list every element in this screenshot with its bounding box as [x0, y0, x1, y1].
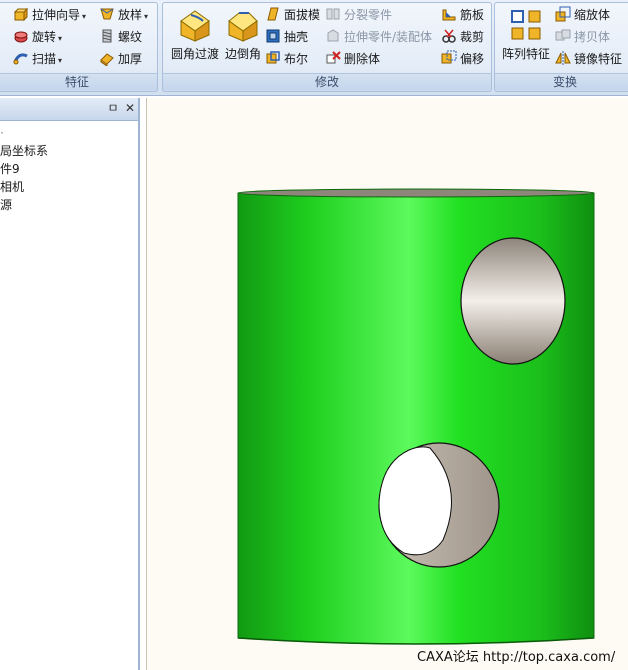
rib-icon — [441, 6, 457, 22]
loft-button[interactable]: 放样 ▾ — [99, 5, 148, 25]
chamfer-button[interactable]: 边倒角 — [221, 7, 265, 62]
delete-body-button[interactable]: 删除体 — [325, 49, 380, 69]
face-draft-button[interactable]: 面拔模 — [265, 5, 320, 25]
extrude-part-assembly-label: 拉伸零件/装配体 — [344, 30, 433, 44]
offset-button[interactable]: 偏移 — [441, 49, 484, 69]
fillet-label: 圆角过渡 — [170, 47, 219, 61]
extrude-icon — [13, 6, 29, 22]
thread-label: 螺纹 — [118, 30, 143, 44]
face-draft-label: 面拔模 — [284, 8, 321, 22]
trim-icon — [441, 28, 457, 44]
design-tree-panel: ㅁ ✕ · 局坐标系 件9 相机 源 — [0, 98, 140, 670]
3d-viewport[interactable]: CAXA论坛 http://top.caxa.com/ — [146, 98, 628, 670]
group-transform: 阵列特征 缩放体 拷贝体 镜像特征 变换 — [494, 2, 628, 92]
group-modify-label: 修改 — [163, 73, 491, 90]
pattern-feature-button[interactable]: 阵列特征 — [499, 7, 553, 62]
group-features: 拉伸向导 ▾ 旋转 ▾ 扫描 ▾ 放样 ▾ 螺纹 加厚 特征 — [0, 2, 158, 92]
shell-label: 抽壳 — [284, 30, 309, 44]
scale-body-button[interactable]: 缩放体 — [555, 5, 610, 25]
pin-icon[interactable]: ㅁ — [106, 101, 120, 115]
scene-canvas[interactable] — [147, 98, 628, 670]
panel-header: ㅁ ✕ — [0, 98, 138, 121]
revolve-label: 旋转 — [32, 30, 57, 44]
sweep-button[interactable]: 扫描 ▾ — [13, 49, 62, 69]
upper-hole[interactable] — [460, 237, 566, 365]
delete-body-label: 删除体 — [344, 52, 381, 66]
extrude-part-icon — [325, 28, 341, 44]
tree-item-global-coords[interactable]: 局坐标系 — [0, 142, 138, 160]
chamfer-icon — [225, 7, 261, 43]
mirror-feature-button[interactable]: 镜像特征 — [555, 49, 622, 69]
extrude-wizard-label: 拉伸向导 — [32, 8, 81, 22]
copy-icon — [555, 28, 571, 44]
fillet-button[interactable]: 圆角过渡 — [167, 7, 223, 62]
loft-label: 放样 — [118, 8, 143, 22]
pattern-feature-label: 阵列特征 — [501, 47, 550, 61]
offset-label: 偏移 — [460, 52, 485, 66]
thicken-button[interactable]: 加厚 — [99, 49, 142, 69]
copy-body-label: 拷贝体 — [574, 30, 611, 44]
delete-body-icon — [325, 50, 341, 66]
tree-item[interactable]: · — [0, 124, 138, 142]
trim-button[interactable]: 裁剪 — [441, 27, 484, 47]
sweep-label: 扫描 — [32, 52, 57, 66]
rib-button[interactable]: 筋板 — [441, 5, 484, 25]
tree-item-light[interactable]: 源 — [0, 196, 138, 214]
thread-button[interactable]: 螺纹 — [99, 27, 142, 47]
scale-icon — [555, 6, 571, 22]
copy-body-button[interactable]: 拷贝体 — [555, 27, 610, 47]
thicken-icon — [99, 50, 115, 66]
rib-label: 筋板 — [460, 8, 485, 22]
group-modify: 圆角过渡 边倒角 面拔模 抽壳 布尔 分裂零件 拉伸零件/装配体 删除体 筋板 … — [162, 2, 492, 92]
chevron-down-icon: ▾ — [82, 12, 87, 21]
revolve-icon — [13, 28, 29, 44]
cylinder-top-face — [237, 188, 595, 198]
trim-label: 裁剪 — [460, 30, 485, 44]
chevron-down-icon: ▾ — [144, 12, 149, 21]
group-transform-label: 变换 — [495, 73, 628, 90]
boolean-icon — [265, 50, 281, 66]
shell-button[interactable]: 抽壳 — [265, 27, 308, 47]
boolean-label: 布尔 — [284, 52, 309, 66]
boolean-button[interactable]: 布尔 — [265, 49, 308, 69]
loft-icon — [99, 6, 115, 22]
pattern-icon — [508, 7, 544, 43]
mirror-icon — [555, 50, 571, 66]
ribbon: 拉伸向导 ▾ 旋转 ▾ 扫描 ▾ 放样 ▾ 螺纹 加厚 特征 圆角过渡 边倒角 面拔模 — [0, 0, 628, 96]
close-icon[interactable]: ✕ — [123, 101, 137, 115]
lower-hole[interactable] — [378, 442, 500, 568]
split-part-button[interactable]: 分裂零件 — [325, 5, 392, 25]
design-tree: · 局坐标系 件9 相机 源 — [0, 124, 138, 214]
watermark-text: CAXA论坛 http://top.caxa.com/ — [417, 650, 616, 665]
sweep-icon — [13, 50, 29, 66]
thread-icon — [99, 28, 115, 44]
mirror-feature-label: 镜像特征 — [574, 52, 623, 66]
extrude-part-assembly-button[interactable]: 拉伸零件/装配体 — [325, 27, 432, 47]
draft-icon — [265, 6, 281, 22]
revolve-button[interactable]: 旋转 ▾ — [13, 27, 62, 47]
chevron-down-icon: ▾ — [58, 56, 63, 65]
thicken-label: 加厚 — [118, 52, 143, 66]
extrude-wizard-button[interactable]: 拉伸向导 ▾ — [13, 5, 86, 25]
scale-body-label: 缩放体 — [574, 8, 611, 22]
fillet-icon — [177, 7, 213, 43]
chevron-down-icon: ▾ — [58, 34, 63, 43]
tree-item-part9[interactable]: 件9 — [0, 160, 138, 178]
split-icon — [325, 6, 341, 22]
tree-item-camera[interactable]: 相机 — [0, 178, 138, 196]
chamfer-label: 边倒角 — [224, 47, 261, 61]
offset-icon — [441, 50, 457, 66]
split-part-label: 分裂零件 — [344, 8, 393, 22]
group-features-label: 特征 — [0, 73, 157, 90]
shell-icon — [265, 28, 281, 44]
